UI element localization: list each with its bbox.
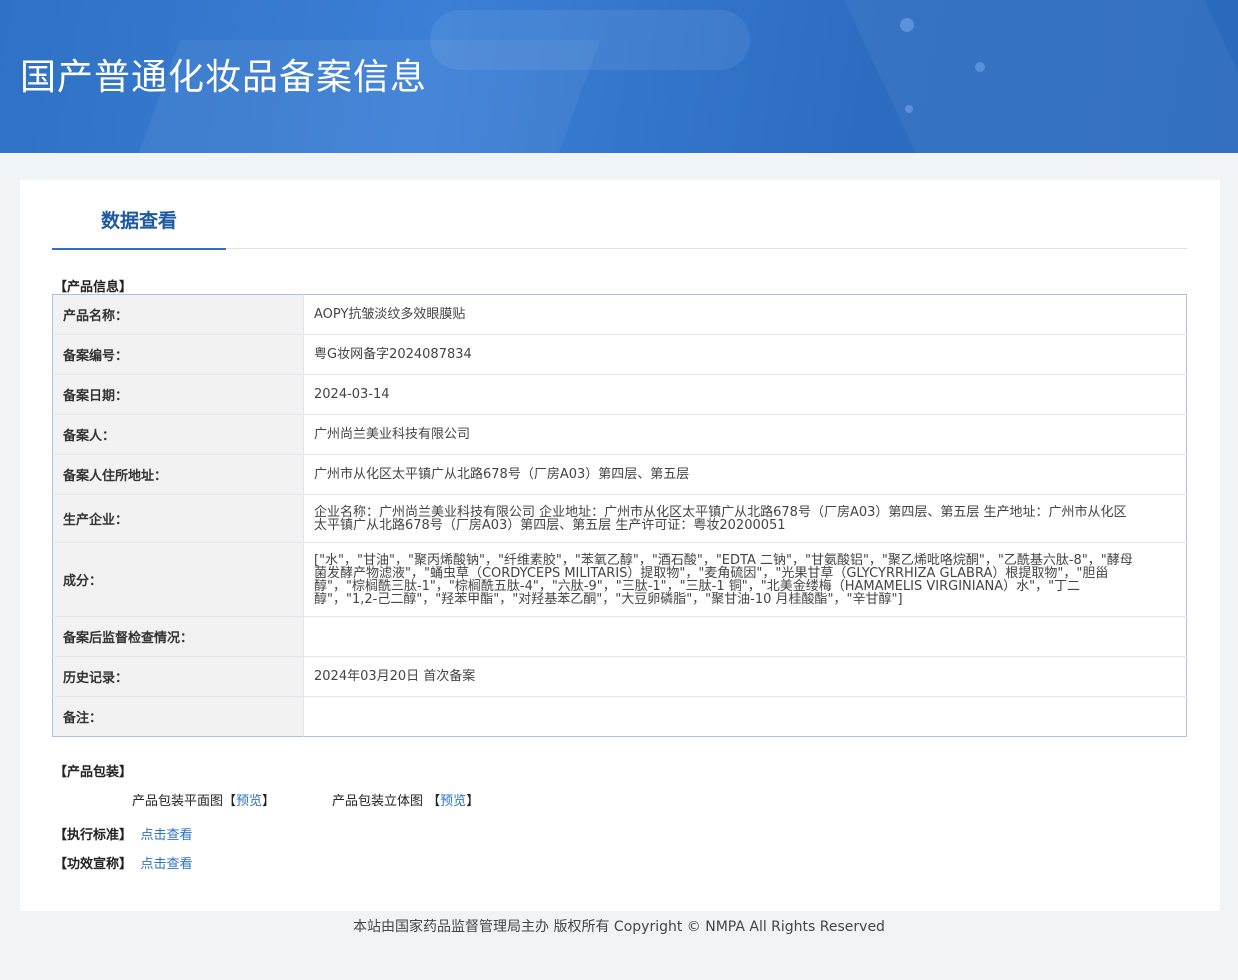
info-value [303,616,1187,657]
info-value: ["水"，"甘油"，"聚丙烯酸钠"，"纤维素胶"，"苯氧乙醇"，"酒石酸"，"E… [303,542,1187,617]
info-key: 备注： [52,696,304,737]
product-info-table: 产品名称： AOPY抗皱淡纹多效眼膜贴 备案编号： 粤G妆网备字2024087834 备… [52,294,1187,737]
info-key: 历史记录： [52,656,304,697]
footer: 本站由国家药品监督管理局主办 版权所有 Copyright © NMPA All… [353,919,885,935]
info-key: 备案人住所地址： [52,454,304,495]
efficacy-view-link[interactable]: 点击查看 [141,857,193,872]
info-value: 粤G妆网备字2024087834 [303,334,1187,375]
product-info-heading: 【产品信息】 [54,280,133,295]
info-row: 备注： [52,696,1187,737]
info-row: 备案人： 广州尚兰美业科技有限公司 [52,414,1187,455]
info-value: 广州尚兰美业科技有限公司 [303,414,1187,455]
info-row: 历史记录： 2024年03月20日 首次备案 [52,656,1187,697]
bracket: 】 [262,794,276,809]
banner-decoration [975,62,985,72]
info-value: 2024-03-14 [303,374,1187,415]
standard-title: 【执行标准】 [54,828,133,843]
info-row: 备案编号： 粤G妆网备字2024087834 [52,334,1187,375]
info-row: 备案后监督检查情况： [52,616,1187,657]
info-row: 产品名称： AOPY抗皱淡纹多效眼膜贴 [52,294,1187,335]
package-flat-label: 产品包装平面图 [132,794,224,809]
info-row: 生产企业： 企业名称：广州尚兰美业科技有限公司 企业地址：广州市从化区太平镇广从北… [52,494,1187,543]
info-value: 2024年03月20日 首次备案 [303,656,1187,697]
info-value: 企业名称：广州尚兰美业科技有限公司 企业地址：广州市从化区太平镇广从北路678号… [303,494,1187,543]
package-flat-view: 产品包装平面图【预览】 [132,790,275,809]
banner-decoration [905,105,913,113]
info-row: 成分： ["水"，"甘油"，"聚丙烯酸钠"，"纤维素胶"，"苯氧乙醇"，"酒石酸"… [52,542,1187,617]
header-banner: 国产普通化妆品备案信息 [0,0,1238,153]
info-key: 备案日期： [52,374,304,415]
info-key: 生产企业： [52,494,304,543]
info-value: AOPY抗皱淡纹多效眼膜贴 [303,294,1187,335]
bracket: 】 [466,794,480,809]
page-title: 国产普通化妆品备案信息 [20,57,428,98]
efficacy-heading: 【功效宣称】 点击查看 [54,853,193,872]
info-key: 备案人： [52,414,304,455]
package-solid-view: 产品包装立体图 【预览】 [332,790,479,809]
banner-decoration [430,10,750,70]
info-row: 备案人住所地址： 广州市从化区太平镇广从北路678号（厂房A03）第四层、第五层 [52,454,1187,495]
standard-view-link[interactable]: 点击查看 [141,828,193,843]
flat-preview-link[interactable]: 预览 [236,794,262,809]
info-value: 广州市从化区太平镇广从北路678号（厂房A03）第四层、第五层 [303,454,1187,495]
info-key: 成分： [52,542,304,617]
info-row: 备案日期： 2024-03-14 [52,374,1187,415]
info-key: 备案编号： [52,334,304,375]
solid-preview-link[interactable]: 预览 [440,794,466,809]
info-key: 备案后监督检查情况： [52,616,304,657]
bracket: 【 [223,794,237,809]
banner-decoration [900,18,914,32]
bracket: 【 [427,794,441,809]
package-solid-label: 产品包装立体图 [332,794,424,809]
efficacy-title: 【功效宣称】 [54,857,133,872]
info-key: 产品名称： [52,294,304,335]
standard-heading: 【执行标准】 点击查看 [54,824,193,843]
info-value [304,697,1187,737]
packaging-heading: 【产品包装】 [54,765,133,780]
tab-data-view[interactable]: 数据查看 [52,208,226,250]
content-card: 数据查看 【产品信息】 产品名称： AOPY抗皱淡纹多效眼膜贴 备案编号： 粤G妆网备… [20,180,1220,911]
